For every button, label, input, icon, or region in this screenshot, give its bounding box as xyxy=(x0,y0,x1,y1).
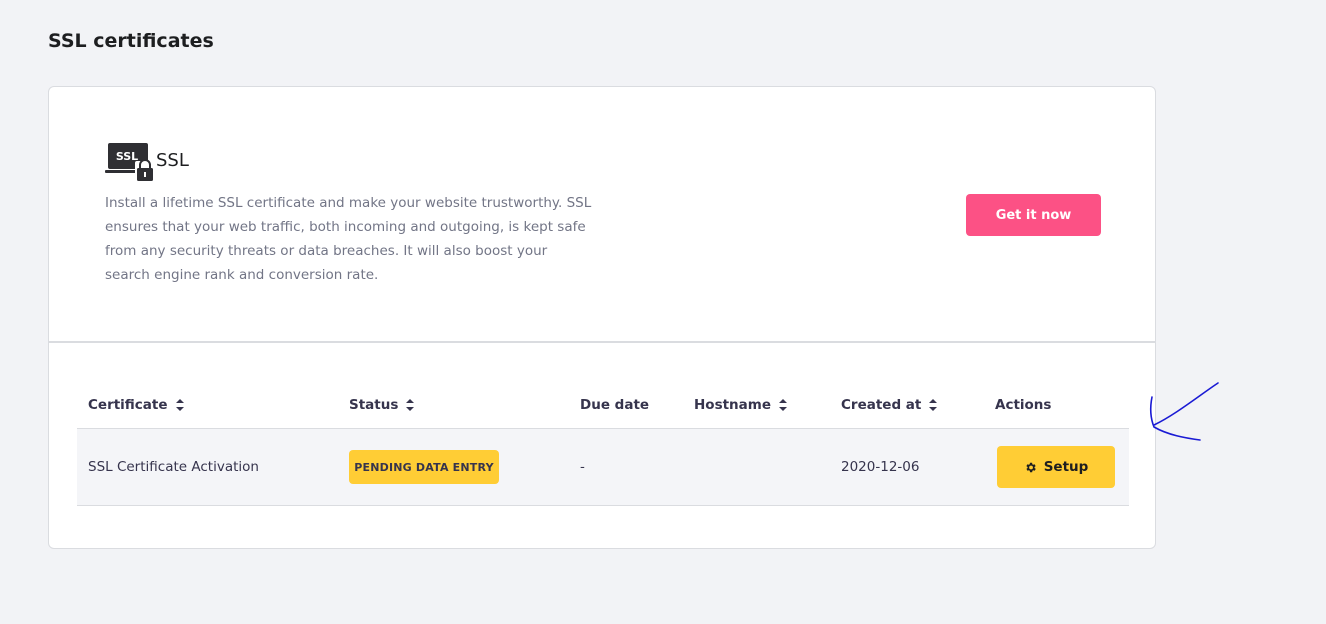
hand-drawn-arrow xyxy=(1149,382,1219,441)
column-created-at-label: Created at xyxy=(841,397,922,413)
sort-icon xyxy=(175,399,184,411)
setup-button-label: Setup xyxy=(1043,459,1089,475)
column-actions-label: Actions xyxy=(995,397,1052,413)
ssl-promo-section: SSL SSL Install a lifetime SSL certifica… xyxy=(49,87,1155,343)
created-at-value: 2020-12-06 xyxy=(841,459,920,475)
certificate-name: SSL Certificate Activation xyxy=(88,459,259,475)
column-status[interactable]: Status xyxy=(349,397,415,413)
column-status-label: Status xyxy=(349,397,399,413)
sort-icon xyxy=(779,399,788,411)
table-header: Certificate Status Due date Hostname Cre… xyxy=(77,379,1129,429)
due-date-value: - xyxy=(580,459,585,475)
ssl-logo-text: SSL xyxy=(116,150,138,163)
column-hostname-label: Hostname xyxy=(694,397,772,413)
status-badge: PENDING DATA ENTRY xyxy=(349,450,499,484)
promo-title: SSL xyxy=(156,150,189,171)
sort-icon xyxy=(929,399,938,411)
page-title: SSL certificates xyxy=(48,30,214,52)
column-certificate-label: Certificate xyxy=(88,397,168,413)
column-hostname[interactable]: Hostname xyxy=(694,397,788,413)
column-created-at[interactable]: Created at xyxy=(841,397,938,413)
column-due-date: Due date xyxy=(580,397,649,413)
ssl-card: SSL SSL Install a lifetime SSL certifica… xyxy=(48,86,1156,549)
column-actions: Actions xyxy=(995,397,1051,413)
gear-icon xyxy=(1026,462,1036,472)
column-certificate[interactable]: Certificate xyxy=(88,397,184,413)
column-due-date-label: Due date xyxy=(580,397,650,413)
table-row: SSL Certificate Activation PENDING DATA … xyxy=(77,429,1129,506)
sort-icon xyxy=(406,399,415,411)
certificates-table: Certificate Status Due date Hostname Cre… xyxy=(77,379,1129,506)
get-it-now-button[interactable]: Get it now xyxy=(966,194,1101,236)
setup-button[interactable]: Setup xyxy=(997,446,1115,488)
promo-description: Install a lifetime SSL certificate and m… xyxy=(105,195,592,283)
ssl-laptop-lock-icon: SSL xyxy=(105,143,155,181)
